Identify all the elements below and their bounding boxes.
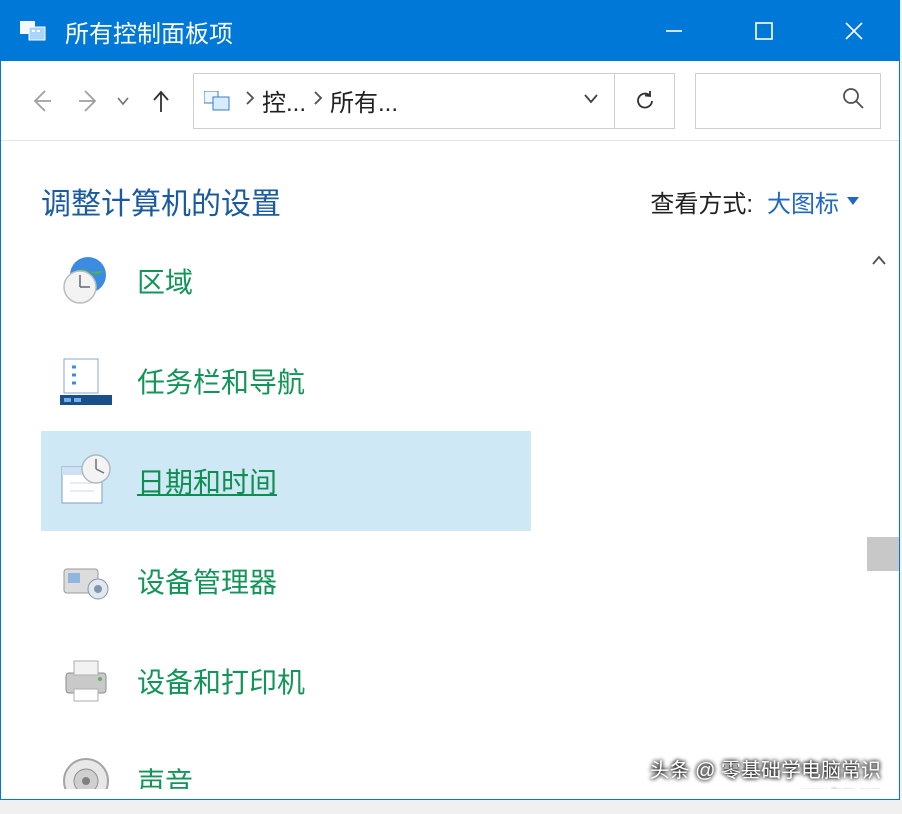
search-box[interactable] bbox=[695, 73, 881, 129]
window-title: 所有控制面板项 bbox=[65, 14, 629, 49]
item-taskbar[interactable]: 任务栏和导航 bbox=[41, 331, 531, 431]
scroll-up-button[interactable] bbox=[865, 247, 893, 275]
viewby-label: 查看方式: bbox=[650, 184, 753, 219]
item-label: 设备和打印机 bbox=[137, 661, 305, 701]
item-label: 设备管理器 bbox=[137, 561, 277, 601]
breadcrumb-sep-icon bbox=[244, 89, 256, 112]
page-heading: 调整计算机的设置 bbox=[41, 179, 650, 223]
search-icon bbox=[840, 85, 866, 116]
item-region[interactable]: 区域 bbox=[41, 241, 531, 331]
titlebar: 所有控制面板项 bbox=[1, 1, 899, 61]
item-device-manager[interactable]: 设备管理器 bbox=[41, 531, 531, 631]
control-panel-small-icon bbox=[204, 90, 230, 112]
app-icon bbox=[19, 20, 47, 42]
maximize-button[interactable] bbox=[719, 1, 809, 61]
forward-button[interactable] bbox=[67, 79, 111, 123]
breadcrumb-seg-1[interactable]: 控... bbox=[262, 83, 306, 118]
sound-icon bbox=[51, 751, 121, 789]
item-sound[interactable]: 声音 bbox=[41, 731, 531, 789]
content-header: 调整计算机的设置 查看方式: 大图标 bbox=[1, 141, 899, 241]
recent-dropdown[interactable] bbox=[115, 79, 131, 123]
watermark-url: www.dnzp.com bbox=[800, 785, 881, 789]
refresh-button[interactable] bbox=[615, 73, 675, 129]
chevron-down-icon bbox=[847, 197, 859, 205]
address-dropdown[interactable] bbox=[582, 89, 600, 112]
back-button[interactable] bbox=[19, 79, 63, 123]
item-label: 区域 bbox=[137, 261, 193, 301]
viewby-dropdown[interactable]: 大图标 bbox=[767, 184, 859, 219]
printer-icon bbox=[51, 651, 121, 711]
item-label: 声音 bbox=[137, 761, 193, 789]
taskbar-icon bbox=[51, 351, 121, 411]
items-area: 区域 任务栏和导航 bbox=[1, 241, 899, 789]
device-manager-icon bbox=[51, 551, 121, 611]
datetime-icon bbox=[51, 451, 121, 511]
address-bar[interactable]: 控... 所有... bbox=[193, 73, 615, 129]
up-button[interactable] bbox=[139, 79, 183, 123]
region-icon bbox=[51, 251, 121, 311]
item-label: 任务栏和导航 bbox=[137, 361, 305, 401]
nav-toolbar: 控... 所有... bbox=[1, 61, 899, 141]
close-button[interactable] bbox=[809, 1, 899, 61]
breadcrumb-sep-icon bbox=[312, 89, 324, 112]
watermark-text: 头条 @ 零基础学电脑常识 bbox=[650, 754, 881, 783]
scrollbar-thumb[interactable] bbox=[867, 537, 899, 571]
control-panel-window: 所有控制面板项 bbox=[0, 0, 900, 800]
viewby-value: 大图标 bbox=[767, 184, 839, 219]
breadcrumb-seg-2[interactable]: 所有... bbox=[330, 83, 398, 118]
item-devices-printers[interactable]: 设备和打印机 bbox=[41, 631, 531, 731]
minimize-button[interactable] bbox=[629, 1, 719, 61]
item-datetime[interactable]: 日期和时间 bbox=[41, 431, 531, 531]
item-label: 日期和时间 bbox=[137, 461, 277, 501]
